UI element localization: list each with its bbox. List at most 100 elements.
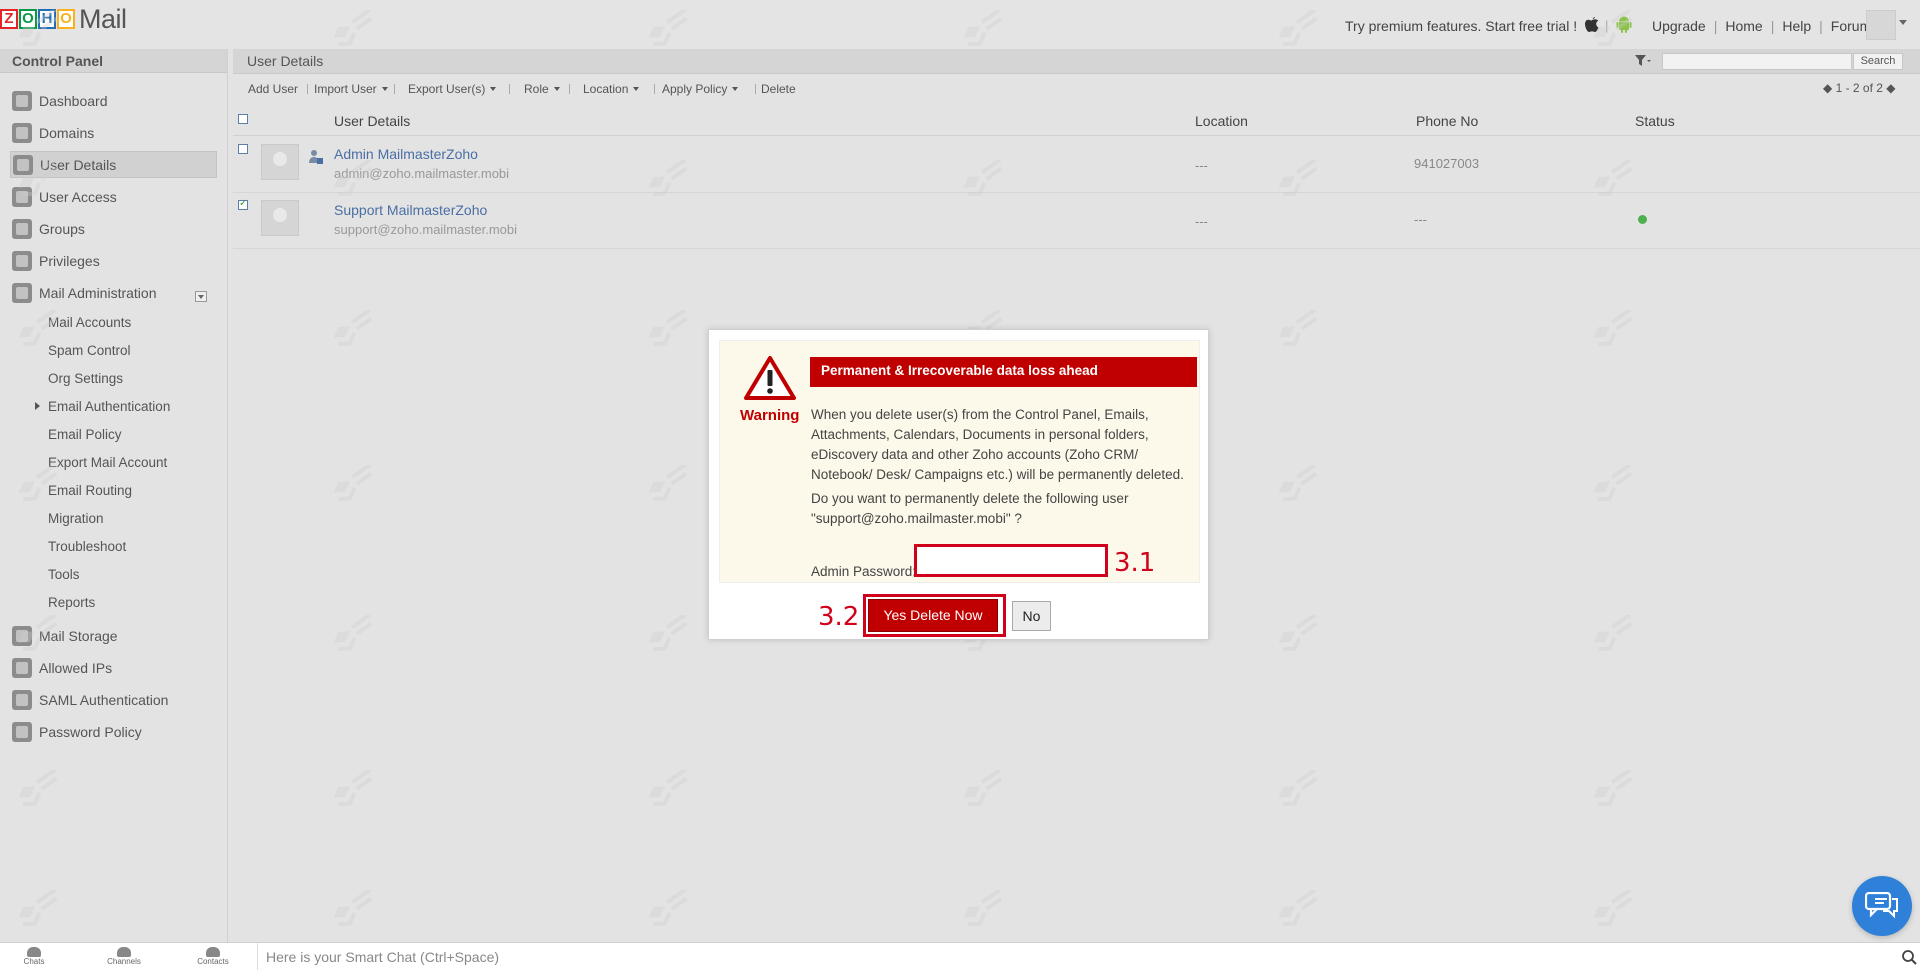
user-avatar[interactable] xyxy=(1866,10,1896,40)
sidebar-subitem-tools[interactable]: Tools xyxy=(48,567,80,582)
sidebar-item-user-access[interactable]: User Access xyxy=(10,183,217,210)
watermark-logo xyxy=(963,770,1003,807)
row-checkbox[interactable] xyxy=(238,144,248,154)
column-status[interactable]: Status xyxy=(1635,113,1675,129)
channels-button[interactable]: Channels xyxy=(104,947,144,966)
chats-icon xyxy=(27,947,41,957)
lock-icon xyxy=(12,721,32,742)
zoho-mail-logo[interactable]: Z O H O Mail xyxy=(0,4,127,34)
user-name-link[interactable]: Support MailmasterZoho xyxy=(334,202,487,218)
user-toolbar: Add User Import User Export User(s) Role… xyxy=(233,77,1920,101)
sidebar-item-label: Password Policy xyxy=(39,723,142,740)
import-user-button[interactable]: Import User xyxy=(314,82,388,96)
sidebar-item-privileges[interactable]: Privileges xyxy=(10,247,217,274)
sidebar-subitem-reports[interactable]: Reports xyxy=(48,595,95,610)
sidebar-item-user-details[interactable]: User Details xyxy=(10,151,217,178)
smart-chat-input[interactable]: Here is your Smart Chat (Ctrl+Space) xyxy=(257,943,1897,970)
sidebar-item-groups[interactable]: Groups xyxy=(10,215,217,242)
confirm-question: Do you want to permanently delete the fo… xyxy=(811,491,1129,526)
chat-bubble-icon xyxy=(1865,892,1898,919)
table-row[interactable]: Admin MailmasterZoho admin@zoho.mailmast… xyxy=(233,137,1920,193)
apple-icon[interactable] xyxy=(1584,16,1600,34)
collapse-toggle-icon[interactable] xyxy=(195,291,207,302)
page-prev-icon[interactable]: ◆ xyxy=(1823,81,1836,95)
watermark-logo xyxy=(1593,615,1633,652)
sidebar-item-password-policy[interactable]: Password Policy xyxy=(10,718,217,745)
sidebar-subitem-email-policy[interactable]: Email Policy xyxy=(48,427,122,442)
apply-policy-button[interactable]: Apply Policy xyxy=(662,82,739,96)
user-location: --- xyxy=(1195,214,1208,229)
sidebar-subitem-mail-accounts[interactable]: Mail Accounts xyxy=(48,315,131,330)
sidebar-subitem-org-settings[interactable]: Org Settings xyxy=(48,371,123,386)
location-button[interactable]: Location xyxy=(583,82,640,96)
chats-label: Chats xyxy=(23,957,45,966)
contacts-label: Contacts xyxy=(197,957,229,966)
sidebar-item-domains[interactable]: Domains xyxy=(10,119,217,146)
user-name-link[interactable]: Admin MailmasterZoho xyxy=(334,146,478,162)
sidebar-subitem-troubleshoot[interactable]: Troubleshoot xyxy=(48,539,126,554)
domains-icon xyxy=(12,122,32,143)
upgrade-link[interactable]: Upgrade xyxy=(1652,18,1706,34)
contacts-button[interactable]: Contacts xyxy=(193,947,233,966)
yes-delete-now-button[interactable]: Yes Delete Now xyxy=(868,599,998,632)
toolbar-separator xyxy=(755,84,756,94)
apply-policy-label: Apply Policy xyxy=(662,82,728,96)
logo-mail-text: Mail xyxy=(79,3,127,34)
android-icon[interactable] xyxy=(1616,16,1632,34)
column-phone[interactable]: Phone No xyxy=(1416,113,1478,129)
row-checkbox[interactable] xyxy=(238,198,248,210)
annotation-step-3-1: 3.1 xyxy=(1114,548,1156,578)
watermark-logo xyxy=(963,890,1003,927)
watermark-logo xyxy=(648,615,688,652)
export-users-label: Export User(s) xyxy=(408,82,486,96)
sidebar-item-mail-storage[interactable]: Mail Storage xyxy=(10,622,217,649)
add-user-button[interactable]: Add User xyxy=(248,82,298,96)
sidebar-item-label: Privileges xyxy=(39,252,100,269)
chevron-down-icon xyxy=(553,87,560,91)
support-chat-button[interactable] xyxy=(1852,876,1912,936)
export-users-button[interactable]: Export User(s) xyxy=(408,82,497,96)
user-phone: --- xyxy=(1414,212,1427,227)
channels-label: Channels xyxy=(107,957,141,966)
delete-button[interactable]: Delete xyxy=(761,82,796,96)
admin-password-input[interactable] xyxy=(914,544,1108,577)
sidebar-item-allowed-ips[interactable]: Allowed IPs xyxy=(10,654,217,681)
watermark-logo xyxy=(648,310,688,347)
delete-user-dialog: Warning Permanent & Irrecoverable data l… xyxy=(708,329,1209,640)
page-next-icon[interactable]: ◆ xyxy=(1883,81,1895,95)
sidebar-item-label: SAML Authentication xyxy=(39,691,169,708)
select-all-checkbox[interactable] xyxy=(238,114,248,124)
role-button[interactable]: Role xyxy=(524,82,560,96)
chats-button[interactable]: Chats xyxy=(14,947,54,966)
home-link[interactable]: Home xyxy=(1725,18,1762,34)
search-input[interactable] xyxy=(1662,53,1852,70)
sidebar-subitem-spam-control[interactable]: Spam Control xyxy=(48,343,131,358)
sidebar-subitem-migration[interactable]: Migration xyxy=(48,511,104,526)
sidebar-subitem-email-authentication[interactable]: Email Authentication xyxy=(48,399,170,414)
column-location[interactable]: Location xyxy=(1195,113,1248,129)
watermark-logo xyxy=(1278,465,1318,502)
sidebar-item-label: User Access xyxy=(39,188,117,205)
sidebar-item-mail-administration[interactable]: Mail Administration xyxy=(10,279,217,306)
sidebar-subitem-email-routing[interactable]: Email Routing xyxy=(48,483,132,498)
status-active-dot xyxy=(1638,215,1647,224)
search-button[interactable]: Search xyxy=(1853,53,1903,70)
no-button[interactable]: No xyxy=(1012,601,1051,631)
allowed-ips-icon xyxy=(12,657,32,678)
search-icon[interactable] xyxy=(1901,949,1917,965)
help-link[interactable]: Help xyxy=(1782,18,1811,34)
control-panel-sidebar: Control Panel Dashboard Domains User Det… xyxy=(0,49,228,942)
sidebar-item-dashboard[interactable]: Dashboard xyxy=(10,87,217,114)
chevron-down-icon[interactable] xyxy=(1899,20,1907,25)
table-row[interactable]: Support MailmasterZoho support@zoho.mail… xyxy=(233,193,1920,249)
add-user-label: Add User xyxy=(248,82,299,96)
logo-letter-h: H xyxy=(38,9,56,29)
expand-arrow-icon[interactable] xyxy=(35,402,40,410)
filter-icon[interactable] xyxy=(1635,54,1651,68)
toolbar-separator xyxy=(307,84,308,94)
premium-trial-link[interactable]: Try premium features. Start free trial ! xyxy=(1345,18,1577,34)
sidebar-subitem-export-mail-account[interactable]: Export Mail Account xyxy=(48,455,167,470)
sidebar-item-saml-authentication[interactable]: SAML Authentication xyxy=(10,686,217,713)
column-user-details[interactable]: User Details xyxy=(334,113,410,129)
watermark-logo xyxy=(333,310,373,347)
